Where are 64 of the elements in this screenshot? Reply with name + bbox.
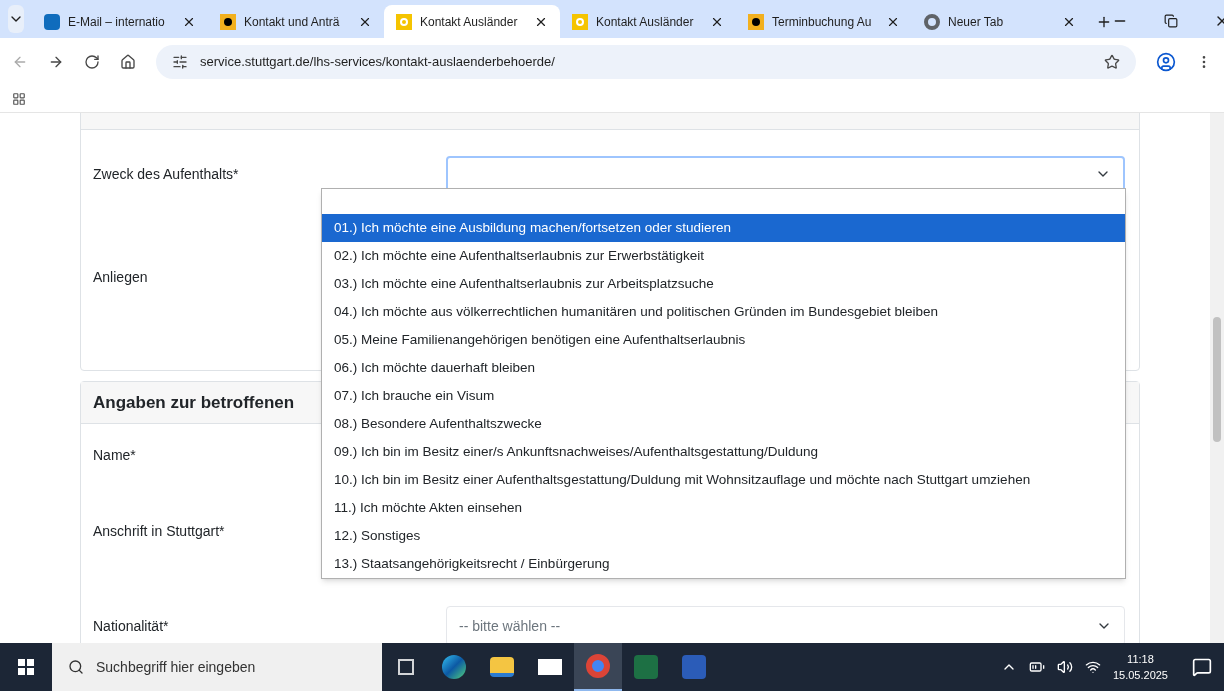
windows-start-icon[interactable] (18, 659, 34, 675)
field-label: Zweck des Aufenthalts* (93, 166, 239, 182)
tab-title: Kontakt Ausländer (596, 13, 695, 31)
browser-tab[interactable]: Terminbuchung Au (736, 5, 912, 38)
dropdown-option[interactable]: 13.) Staatsangehörigkeitsrecht / Einbürgerung (322, 550, 1125, 578)
site-logo-icon (396, 13, 412, 30)
section-heading: Angaben zur betroffenen (93, 391, 295, 414)
dropdown-option[interactable]: 10.) Ich bin im Besitz einer Aufenthaltsgestattung/Duldung mit Wohnsitzauflage und möchte nach Stuttgart umziehen (322, 466, 1125, 494)
new-tab-icon[interactable] (1096, 14, 1112, 30)
browser-tab[interactable]: Kontakt und Anträ (208, 5, 384, 38)
browser-tab[interactable]: Kontakt Ausländer (384, 5, 560, 38)
tab-title: E-Mail – internatio (68, 13, 166, 31)
dropdown-option[interactable]: 02.) Ich möchte eine Aufenthaltserlaubnis zur Erwerbstätigkeit (322, 242, 1125, 270)
home-icon[interactable] (120, 53, 136, 70)
site-info-icon[interactable] (172, 53, 188, 70)
tab-list-button[interactable] (8, 5, 24, 33)
reload-icon[interactable] (84, 53, 100, 70)
browser-logo-icon (924, 13, 940, 30)
clock-time: 11:18 (1127, 652, 1154, 667)
dropdown-option[interactable]: 06.) Ich möchte dauerhaft bleiben (322, 354, 1125, 382)
scrollbar-thumb[interactable] (1213, 317, 1221, 442)
nationality-select[interactable]: -- bitte wählen -- (446, 606, 1125, 643)
field-label: Anliegen (93, 269, 148, 285)
field-label: Nationalität* (93, 618, 169, 634)
mail-app-icon (44, 13, 60, 30)
browser-tab[interactable]: Neuer Tab (912, 5, 1088, 38)
dropdown-option[interactable]: 05.) Meine Familienangehörigen benötigen eine Aufenthaltserlaubnis (322, 326, 1125, 354)
scrollbar[interactable] (1210, 113, 1224, 643)
dropdown-option[interactable]: 11.) Ich möchte Akten einsehen (322, 494, 1125, 522)
dropdown-option[interactable]: 01.) Ich möchte eine Ausbildung machen/fortsetzen oder studieren (322, 214, 1125, 242)
search-icon (68, 659, 84, 675)
tab-title: Kontakt und Anträ (244, 13, 341, 31)
apps-icon[interactable] (12, 91, 26, 106)
taskbar-search-field[interactable]: Suchbegriff hier eingeben (52, 643, 382, 691)
tab-title: Terminbuchung Au (772, 13, 873, 31)
dropdown-option[interactable]: 08.) Besondere Aufenthaltszwecke (322, 410, 1125, 438)
tab-title: Kontakt Ausländer (420, 13, 519, 31)
browser-tab[interactable]: E-Mail – internatio (32, 5, 208, 38)
field-label: Anschrift in Stuttgart* (93, 523, 225, 539)
address-bar[interactable]: service.stuttgart.de/lhs-services/kontakt-auslaenderbehoerde/ (156, 44, 1136, 79)
restore-icon[interactable] (1164, 14, 1178, 28)
browser-icon (442, 655, 466, 679)
wifi-icon[interactable] (1084, 659, 1101, 675)
document-app-icon (682, 655, 706, 679)
address-text: service.stuttgart.de/lhs-services/kontakt-auslaenderbehoerde/ (200, 52, 556, 71)
dropdown-option[interactable]: 12.) Sonstiges (322, 522, 1125, 550)
task-view-icon (398, 659, 414, 675)
field-label: Name* (93, 447, 136, 463)
tab-title: Neuer Tab (948, 13, 1005, 31)
folder-icon (490, 657, 514, 677)
browser-tab[interactable]: Kontakt Ausländer (560, 5, 736, 38)
volume-icon[interactable] (1056, 659, 1073, 675)
battery-icon[interactable] (1028, 659, 1045, 675)
dropdown-option[interactable]: 07.) Ich brauche ein Visum (322, 382, 1125, 410)
dropdown-option[interactable]: 03.) Ich möchte eine Aufenthaltserlaubnis zur Arbeitsplatzsuche (322, 270, 1125, 298)
spreadsheet-app-icon (634, 655, 658, 679)
clock-date: 15.05.2025 (1112, 668, 1168, 683)
notification-icon[interactable] (1192, 657, 1212, 677)
dropdown-option[interactable]: 09.) Ich bin im Besitz einer/s Ankunftsnachweises/Aufenthaltsgestattung/Duldung (322, 438, 1125, 466)
dropdown-option[interactable]: 04.) Ich möchte aus völkerrechtlichen humanitären und politischen Gründen im Bundesgebiet bleiben (322, 298, 1125, 326)
bookmark-star-icon[interactable] (1104, 53, 1120, 70)
profile-icon[interactable] (1156, 51, 1176, 72)
site-logo-icon (572, 13, 588, 30)
browser-icon (586, 654, 610, 678)
